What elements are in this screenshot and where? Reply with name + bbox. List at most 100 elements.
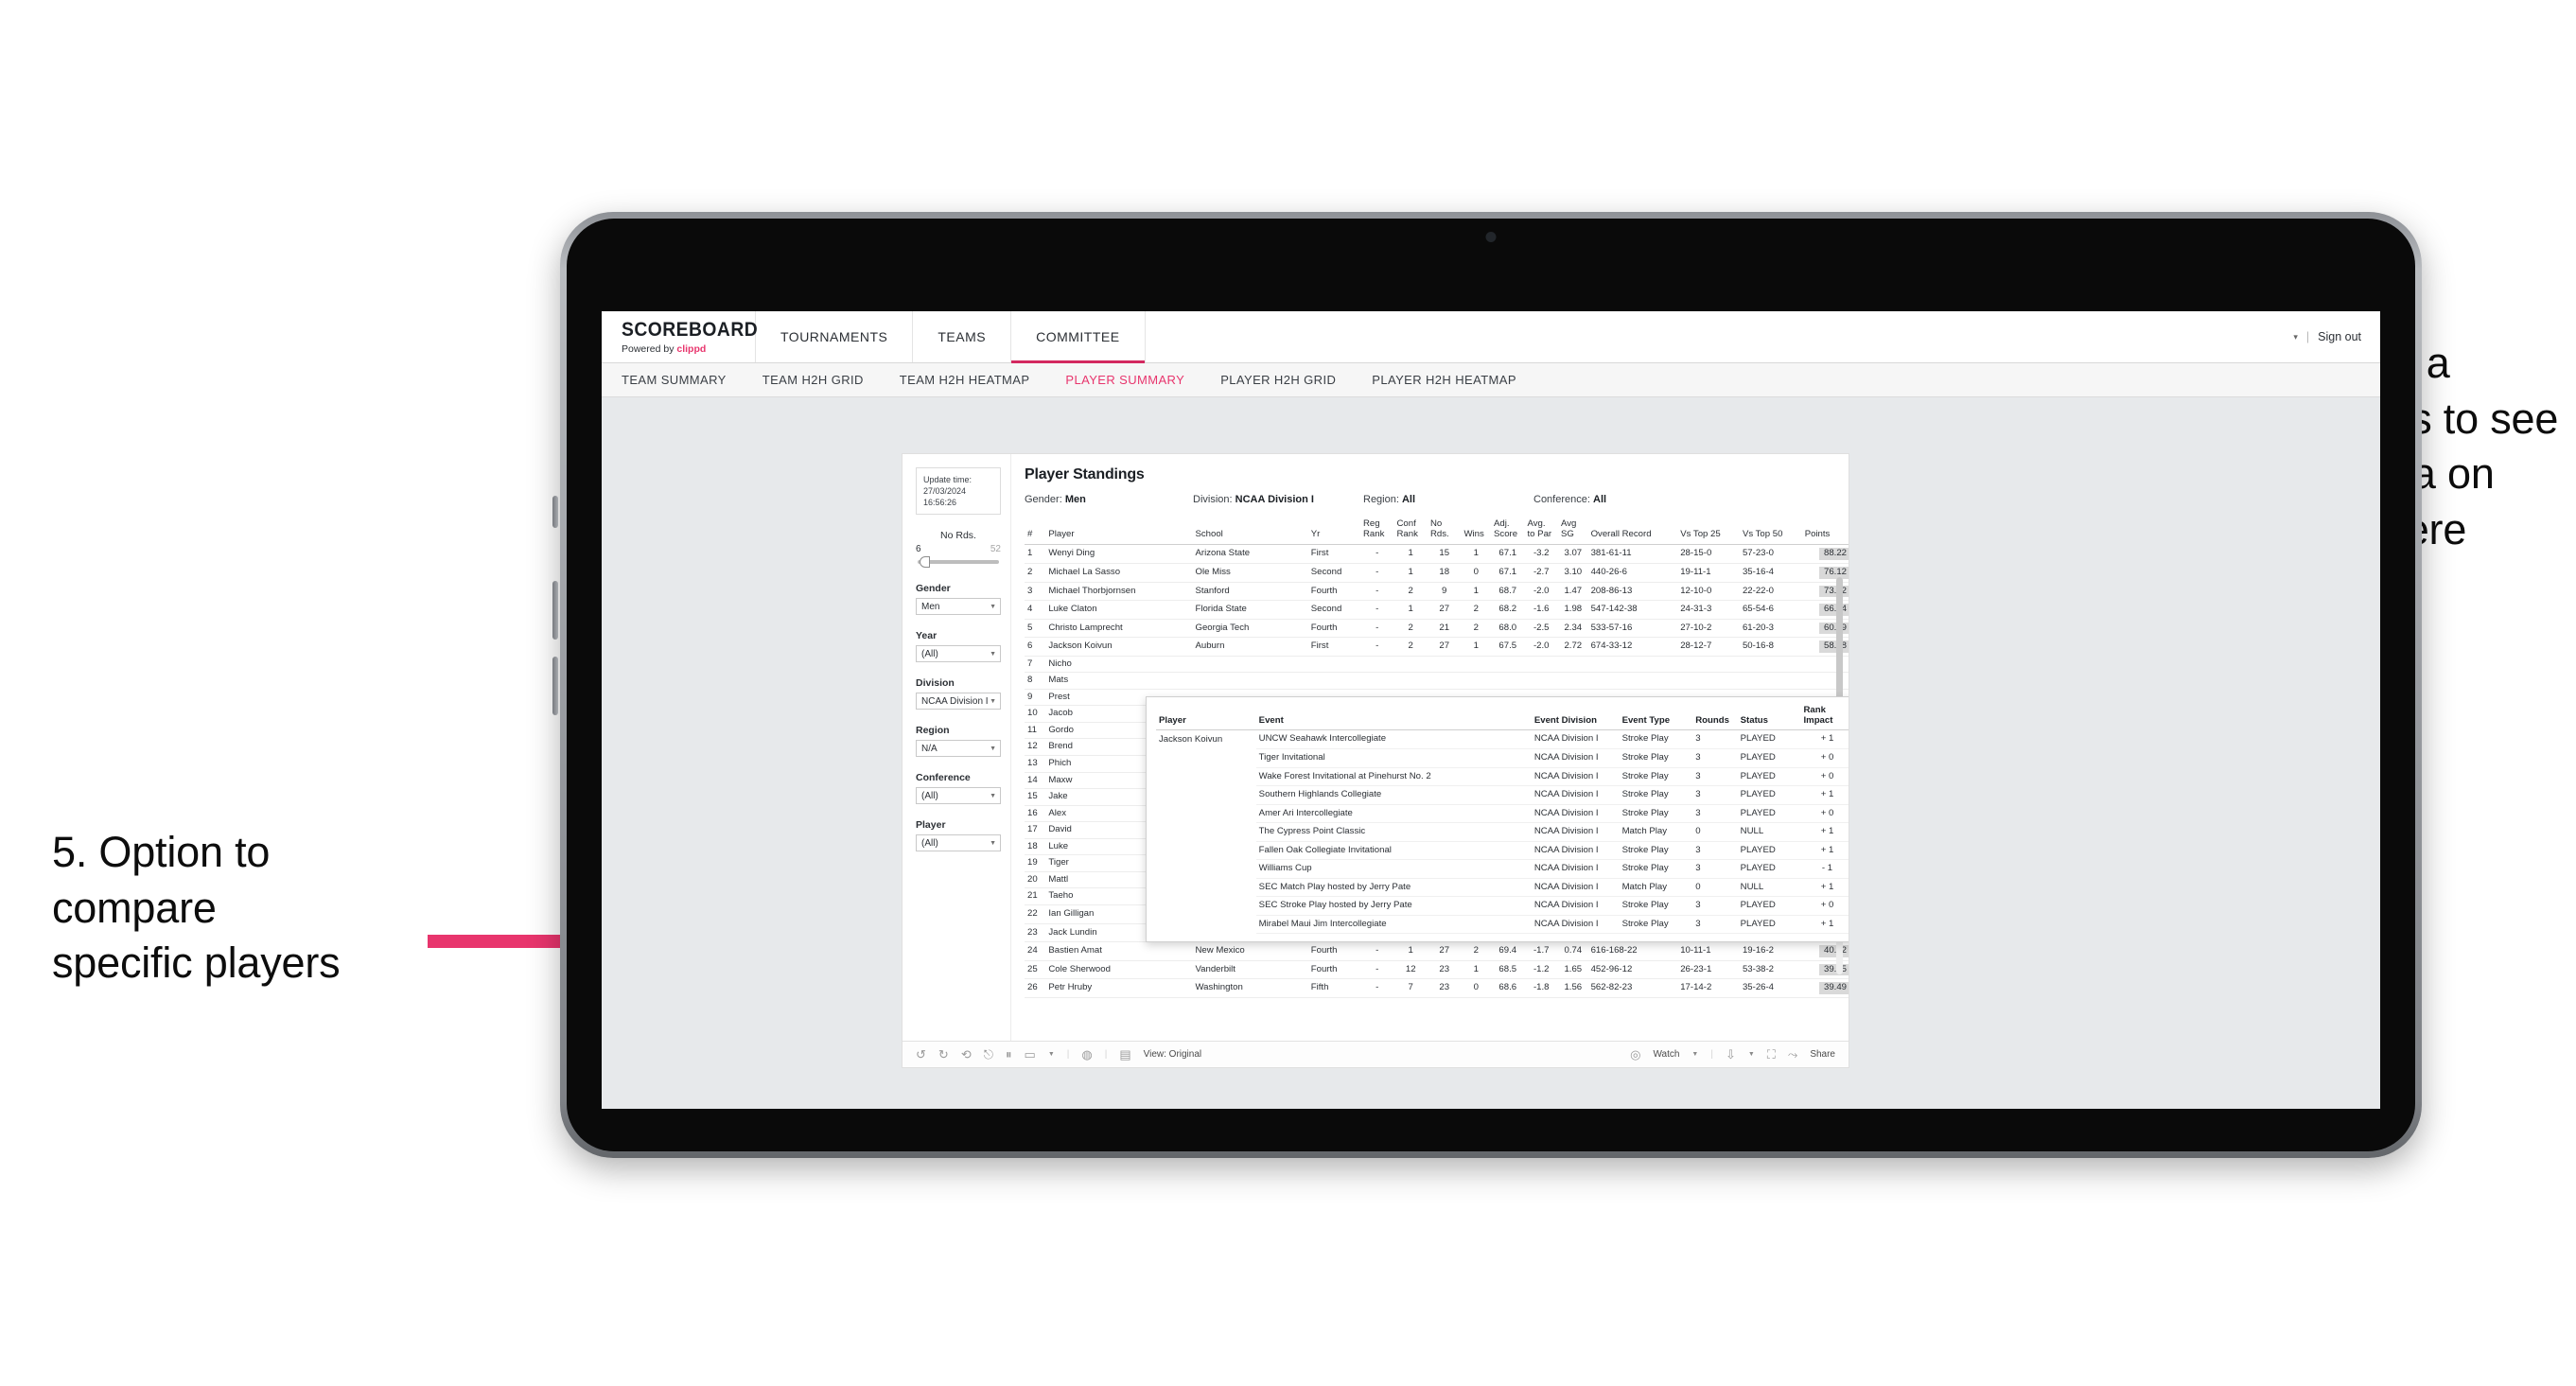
filter-rail: Update time: 27/03/2024 16:56:26 No Rds.… xyxy=(902,454,1011,1041)
redo-icon[interactable]: ↻ xyxy=(938,1047,949,1062)
tooltip-cell-impact: + 1 xyxy=(1800,878,1849,898)
chevron-down-icon[interactable]: ▼ xyxy=(1048,1051,1055,1058)
watch-label[interactable]: Watch xyxy=(1653,1049,1679,1060)
meta-conference-label: Conference: xyxy=(1533,494,1590,505)
download-icon[interactable]: ⇩ xyxy=(1726,1047,1736,1062)
cell-n: 2 xyxy=(1025,563,1046,583)
nav-item-committee[interactable]: COMMITTEE xyxy=(1011,311,1146,363)
col-school[interactable]: School xyxy=(1192,518,1308,546)
table-row[interactable]: 8 Mats xyxy=(1025,672,1849,690)
brand-logo[interactable]: SCOREBOARD Powered by clippd xyxy=(602,311,758,362)
chevron-down-icon[interactable]: ▼ xyxy=(1691,1051,1698,1058)
filter-gender-value: Men xyxy=(921,601,940,612)
table-row[interactable]: 25 Cole Sherwood Vanderbilt Fourth -12 23 1 68.… xyxy=(1025,960,1849,980)
tab-player-h2h-grid[interactable]: PLAYER H2H GRID xyxy=(1220,373,1336,387)
cell-conf xyxy=(1393,672,1428,690)
table-row[interactable]: 1 Wenyi Ding Arizona State First -1 15 1 67.1 -3… xyxy=(1025,544,1849,565)
update-time-value: 27/03/2024 16:56:26 xyxy=(923,486,967,508)
col-rank[interactable]: # xyxy=(1025,518,1046,546)
col-points[interactable]: Points xyxy=(1801,518,1849,546)
col-vs-top-50[interactable]: Vs Top 50 xyxy=(1739,518,1802,546)
undo-icon[interactable]: ↺ xyxy=(916,1047,926,1062)
tab-player-h2h-heatmap[interactable]: PLAYER H2H HEATMAP xyxy=(1372,373,1516,387)
points-badge[interactable]: 76.12 xyxy=(1819,567,1849,579)
col-reg-rank[interactable]: Reg Rank xyxy=(1359,518,1394,546)
tab-team-summary[interactable]: TEAM SUMMARY xyxy=(622,373,727,387)
cell-player: Michael La Sasso xyxy=(1045,563,1193,583)
view-original-label[interactable]: View: Original xyxy=(1144,1049,1202,1060)
highlight-icon[interactable]: ◍ xyxy=(1081,1047,1092,1062)
points-badge[interactable]: 73.22 xyxy=(1819,585,1849,598)
slider-handle[interactable] xyxy=(920,556,930,569)
pause-updates-icon[interactable]: ⏸ xyxy=(1006,1047,1012,1062)
table-row[interactable]: 3 Michael Thorbjornsen Stanford Fourth -2 9 1 6… xyxy=(1025,582,1849,602)
nav-item-teams[interactable]: TEAMS xyxy=(913,311,1012,362)
tab-team-h2h-grid[interactable]: TEAM H2H GRID xyxy=(762,373,864,387)
points-badge[interactable]: 40.02 xyxy=(1819,945,1849,957)
chevron-down-icon[interactable]: ▼ xyxy=(1748,1051,1755,1058)
table-row[interactable]: 7 Nicho xyxy=(1025,656,1849,674)
col-vs-top-25[interactable]: Vs Top 25 xyxy=(1677,518,1740,546)
col-avg-to-par[interactable]: Avg. to Par xyxy=(1524,518,1559,546)
cell-par: -2.7 xyxy=(1524,563,1559,583)
sign-out-link[interactable]: Sign out xyxy=(2318,330,2361,343)
table-row[interactable]: 5 Christo Lamprecht Georgia Tech Fourth -2 21… xyxy=(1025,619,1849,639)
share-label[interactable]: Share xyxy=(1810,1049,1835,1060)
revert-icon[interactable]: ⟲ xyxy=(961,1047,972,1062)
table-row[interactable]: 26 Petr Hruby Washington Fifth -7 23 0 68.6 -1.8… xyxy=(1025,978,1849,998)
device-layout-icon[interactable]: ▭ xyxy=(1025,1047,1036,1062)
nav-item-tournaments[interactable]: TOURNAMENTS xyxy=(756,311,914,362)
filter-year-select[interactable]: (All) ▼ xyxy=(916,645,1001,663)
col-overall[interactable]: Overall Record xyxy=(1587,518,1678,546)
tooltip-cell-event: Mirabel Maui Jim Intercollegiate xyxy=(1255,915,1532,935)
col-avg-sg[interactable]: Avg SG xyxy=(1558,518,1588,546)
chevron-down-icon: ▼ xyxy=(990,603,996,610)
tooltip-cell-status: NULL xyxy=(1737,878,1801,898)
fullscreen-icon[interactable]: ⛶ xyxy=(1767,1047,1776,1062)
no-rounds-slider[interactable]: No Rds. 6 52 xyxy=(916,530,1001,569)
col-conf-rank[interactable]: Conf Rank xyxy=(1393,518,1428,546)
tooltip-row: SEC Match Play hosted by Jerry Pate NCAA … xyxy=(1156,878,1849,898)
view-icon[interactable]: ▤ xyxy=(1119,1047,1130,1062)
table-row[interactable]: 4 Luke Claton Florida State Second -1 27 2 68.2… xyxy=(1025,600,1849,620)
cell-rds: 27 xyxy=(1427,941,1462,961)
cell-t25: 19-11-1 xyxy=(1677,563,1740,583)
col-wins[interactable]: Wins xyxy=(1461,518,1492,546)
table-row[interactable]: 6 Jackson Koivun Auburn First -2 27 1 67.5 -2.0 2… xyxy=(1025,637,1849,657)
cell-sg xyxy=(1558,672,1588,690)
refresh-data-icon[interactable]: ⎋ xyxy=(984,1047,993,1062)
watch-icon[interactable]: ◎ xyxy=(1630,1047,1640,1062)
filter-division-select[interactable]: NCAA Division I ▼ xyxy=(916,693,1001,711)
col-yr[interactable]: Yr xyxy=(1307,518,1360,546)
cell-wins: 1 xyxy=(1461,960,1492,980)
col-player[interactable]: Player xyxy=(1045,518,1193,546)
points-badge[interactable]: 39.95 xyxy=(1819,963,1849,976)
points-badge[interactable]: 60.89 xyxy=(1819,622,1849,635)
share-icon[interactable]: ⤳ xyxy=(1788,1047,1797,1062)
tooltip-cell-status: PLAYED xyxy=(1737,767,1801,787)
cell-t50: 35-26-4 xyxy=(1739,978,1802,998)
points-badge[interactable]: 66.94 xyxy=(1819,604,1849,616)
filter-region-select[interactable]: N/A ▼ xyxy=(916,740,1001,758)
cell-conf: 7 xyxy=(1393,978,1428,998)
tooltip-row: The Cypress Point Classic NCAA Division I… xyxy=(1156,822,1849,842)
col-adj-score[interactable]: Adj. Score xyxy=(1491,518,1525,546)
tooltip-cell-impact: + 1 xyxy=(1800,785,1849,805)
tooltip-cell-player xyxy=(1156,823,1256,842)
slider-track[interactable] xyxy=(918,556,999,569)
filter-region-value: N/A xyxy=(921,743,938,754)
standings-panel: Player Standings Gender: Men Division: N… xyxy=(1011,454,1849,1041)
tab-team-h2h-heatmap[interactable]: TEAM H2H HEATMAP xyxy=(900,373,1030,387)
filter-conference-select[interactable]: (All) ▼ xyxy=(916,787,1001,805)
tooltip-cell-player xyxy=(1156,749,1256,768)
col-no-rds[interactable]: No Rds. xyxy=(1427,518,1462,546)
filter-player-select[interactable]: (All) ▼ xyxy=(916,834,1001,852)
tab-player-summary[interactable]: PLAYER SUMMARY xyxy=(1065,373,1184,387)
points-badge[interactable]: 58.18 xyxy=(1819,640,1849,653)
points-badge[interactable]: 88.22 xyxy=(1819,548,1849,561)
chevron-down-icon[interactable]: ▾ xyxy=(2293,332,2298,342)
filter-gender-select[interactable]: Men ▼ xyxy=(916,598,1001,616)
table-row[interactable]: 2 Michael La Sasso Ole Miss Second -1 18 0 67.1… xyxy=(1025,563,1849,583)
table-row[interactable]: 24 Bastien Amat New Mexico Fourth -1 27 2 69.4-… xyxy=(1025,941,1849,961)
points-badge[interactable]: 39.49 xyxy=(1819,982,1849,994)
